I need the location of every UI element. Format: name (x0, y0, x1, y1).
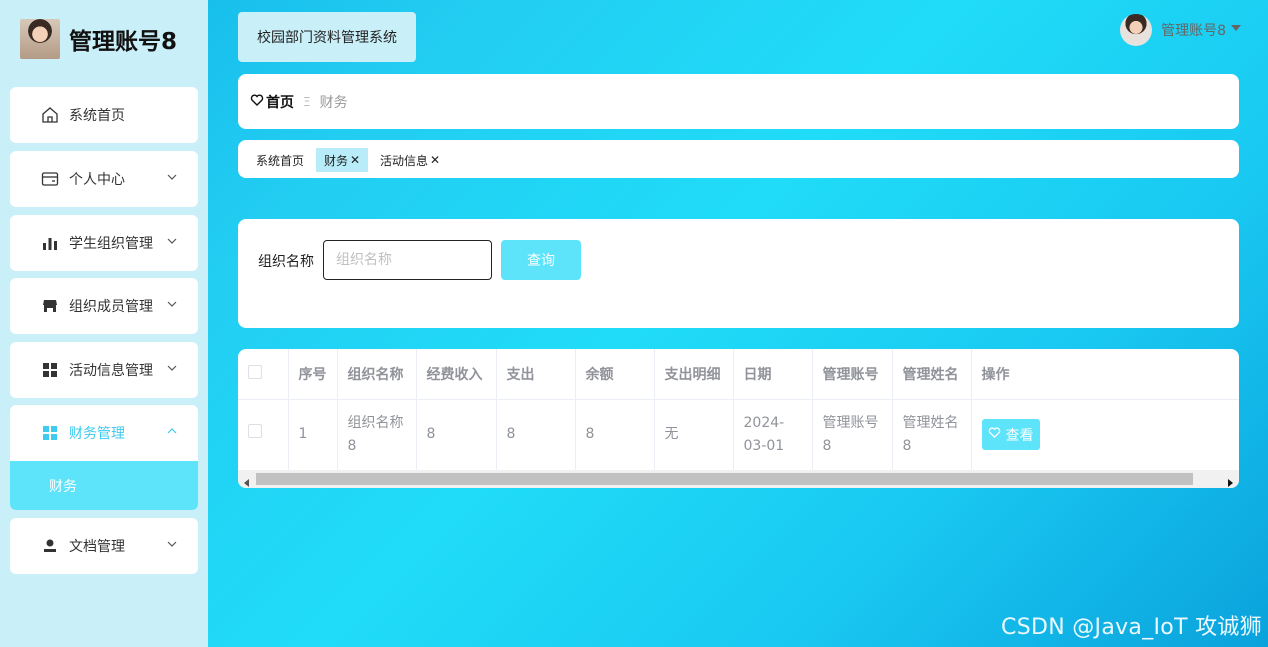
sidebar-item-label: 系统首页 (69, 108, 125, 124)
chevron-down-icon (166, 538, 178, 550)
column-header: 支出 (496, 349, 576, 400)
horizontal-scrollbar[interactable] (238, 470, 1239, 488)
sidebar-item-label: 个人中心 (69, 172, 125, 188)
tag-activity-info[interactable]: 活动信息 ✕ (372, 148, 448, 172)
user-name: 管理账号8 (1161, 23, 1226, 39)
scroll-right-icon[interactable] (1226, 475, 1234, 488)
sidebar-item-home[interactable]: 系统首页 (10, 87, 198, 143)
sidebar-item-label: 文档管理 (69, 539, 125, 555)
card-icon (41, 170, 59, 188)
view-button-label: 查看 (1005, 427, 1034, 444)
column-header: 管理姓名 (892, 349, 972, 400)
breadcrumb: 首页 Ξ 财务 (238, 74, 1239, 129)
grid-icon (41, 424, 59, 442)
row-checkbox[interactable] (248, 424, 262, 438)
brand-avatar (20, 19, 60, 59)
system-title: 校园部门资料管理系统 (238, 12, 416, 62)
tag-label: 活动信息 (380, 153, 429, 168)
watermark: CSDN @Java_IoT 攻诚狮 (1001, 615, 1262, 640)
select-all-cell (238, 349, 289, 400)
cell-actions: 查看 (971, 399, 1239, 471)
table-header-row: 序号 组织名称 经费收入 支出 余额 支出明细 日期 管理账号 管理姓名 操作 (238, 349, 1239, 400)
tag-label: 财务 (324, 153, 349, 168)
chevron-down-icon (166, 171, 178, 183)
sidebar-subitem-finance[interactable]: 财务 (10, 461, 198, 510)
heart-icon (250, 93, 264, 111)
cell-index: 1 (288, 399, 338, 471)
sidebar-item-student-org[interactable]: 学生组织管理 (10, 215, 198, 271)
search-button[interactable]: 查询 (501, 240, 581, 280)
breadcrumb-home-label: 首页 (266, 94, 294, 111)
sidebar-item-label: 活动信息管理 (69, 363, 153, 379)
tag-home[interactable]: 系统首页 (248, 148, 312, 172)
bar-chart-icon (41, 234, 59, 252)
sidebar-item-finance[interactable]: 财务管理 (10, 405, 198, 461)
cell-expense: 8 (496, 399, 576, 471)
breadcrumb-current: 财务 (319, 94, 348, 111)
close-icon[interactable]: ✕ (350, 153, 360, 167)
chevron-down-icon (166, 235, 178, 247)
cell-manager: 管理姓名8 (892, 399, 972, 471)
sidebar-item-label: 组织成员管理 (69, 299, 153, 315)
sidebar-item-documents[interactable]: 文档管理 (10, 518, 198, 574)
cell-org-name: 组织名称8 (337, 399, 417, 471)
sidebar-item-label: 学生组织管理 (69, 236, 153, 252)
caret-down-icon (1230, 22, 1242, 38)
sidebar-item-label: 财务管理 (69, 426, 125, 442)
column-header: 管理账号 (812, 349, 893, 400)
grid-icon (41, 361, 59, 379)
cell-account: 管理账号8 (812, 399, 893, 471)
finance-table: 序号 组织名称 经费收入 支出 余额 支出明细 日期 管理账号 管理姓名 操作 … (238, 349, 1239, 471)
sidebar-item-personal-center[interactable]: 个人中心 (10, 151, 198, 207)
column-header: 经费收入 (416, 349, 497, 400)
sidebar-item-activity-info[interactable]: 活动信息管理 (10, 342, 198, 398)
tag-label: 系统首页 (256, 153, 305, 168)
brand: 管理账号8 (20, 18, 177, 60)
column-header: 余额 (575, 349, 655, 400)
sidebar-item-org-members[interactable]: 组织成员管理 (10, 278, 198, 334)
scrollbar-thumb[interactable] (256, 473, 1193, 485)
close-icon[interactable]: ✕ (430, 153, 440, 167)
tags-bar: 系统首页 财务 ✕ 活动信息 ✕ (238, 140, 1239, 178)
user-menu[interactable]: 管理账号8 (1120, 14, 1242, 46)
breadcrumb-separator-icon: Ξ (303, 94, 311, 109)
cell-date: 2024-03-01 (733, 399, 813, 471)
shop-icon (41, 297, 59, 315)
tag-finance[interactable]: 财务 ✕ (316, 148, 369, 172)
column-header: 支出明细 (654, 349, 734, 400)
finance-table-panel: 序号 组织名称 经费收入 支出 余额 支出明细 日期 管理账号 管理姓名 操作 … (238, 349, 1239, 488)
chevron-down-icon (166, 362, 178, 374)
cell-balance: 8 (575, 399, 655, 471)
search-panel: 组织名称 查询 (238, 219, 1239, 328)
column-header: 操作 (971, 349, 1239, 400)
view-button[interactable]: 查看 (981, 419, 1040, 450)
heart-icon (988, 426, 1001, 443)
user-icon (41, 537, 59, 555)
select-all-checkbox[interactable] (248, 364, 262, 379)
table-row: 1 组织名称8 8 8 8 无 2024-03-01 管理账号8 管理姓名8 查… (238, 399, 1239, 471)
column-header: 日期 (733, 349, 813, 400)
org-name-search-input[interactable] (323, 240, 492, 280)
sidebar: 管理账号8 系统首页 个人中心 学生组织管理 组织成员管理 活动信息管理 财务管… (0, 0, 208, 647)
chevron-down-icon (166, 298, 178, 310)
search-label: 组织名称 (258, 254, 314, 270)
row-select-cell (238, 399, 289, 471)
home-icon (41, 106, 59, 124)
brand-title: 管理账号8 (69, 29, 178, 55)
breadcrumb-home[interactable]: 首页 (250, 92, 294, 112)
avatar (1120, 14, 1153, 46)
chevron-up-icon (166, 425, 178, 437)
column-header: 序号 (288, 349, 338, 400)
scroll-left-icon[interactable] (243, 475, 251, 488)
cell-detail: 无 (654, 399, 734, 471)
cell-income: 8 (416, 399, 497, 471)
column-header: 组织名称 (337, 349, 417, 400)
